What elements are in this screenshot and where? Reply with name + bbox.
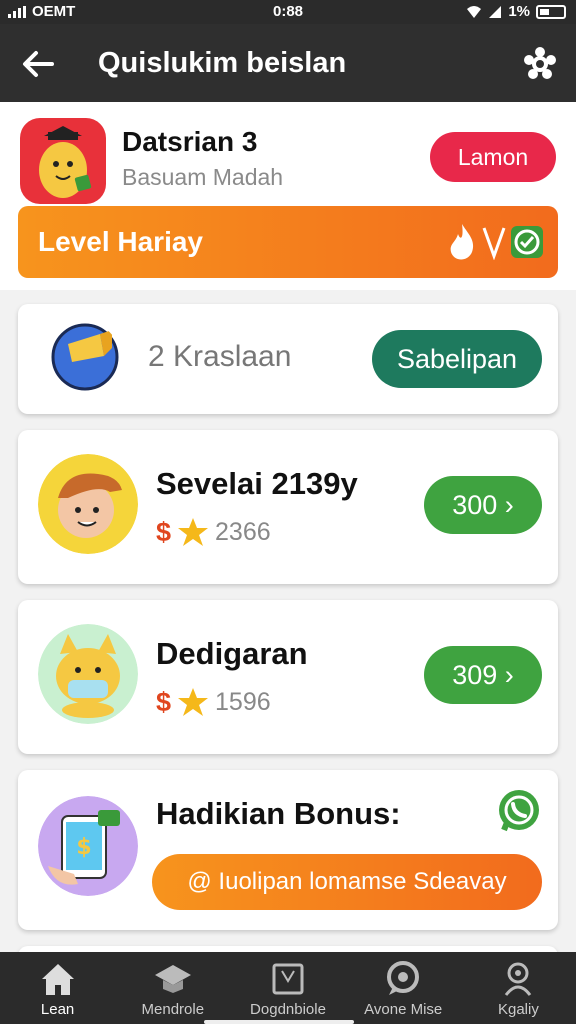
app-avatar — [20, 118, 106, 204]
nav-avone-mise[interactable]: Avone Mise — [346, 952, 461, 1024]
book-icon — [272, 963, 304, 995]
phone-bonus-icon: $ — [38, 796, 138, 896]
quest-card-sevelai[interactable]: Sevelai 2139y $ 2366 300 › — [18, 430, 558, 584]
chat-icon — [387, 961, 420, 995]
whatsapp-icon[interactable] — [496, 788, 542, 834]
card-title: 2 Kraslaan — [148, 340, 291, 374]
bottom-nav: Lean Mendrole Dogdnbiole Avone Mise Kgal… — [0, 952, 576, 1024]
points-value: 1596 — [215, 687, 271, 716]
globe-icon — [51, 323, 119, 391]
profile-name: Datsrian 3 — [122, 126, 258, 157]
bonus-card[interactable]: $ Hadikian Bonus: @ Iuolipan lomamse Sde… — [18, 770, 558, 930]
dollar-icon: $ — [156, 516, 172, 547]
card-title: Dedigaran — [156, 636, 308, 671]
app-bar: Quislukim beislan — [0, 24, 576, 102]
nav-label: Kgaliy — [497, 1001, 539, 1018]
svg-text:$: $ — [76, 835, 91, 860]
reward-button[interactable]: 309 › — [424, 646, 542, 704]
battery-percent: 1% — [508, 3, 530, 20]
star-icon — [178, 518, 209, 546]
home-indicator — [204, 1020, 354, 1024]
bonus-action-button[interactable]: @ Iuolipan lomamse Sdeavay — [152, 854, 542, 910]
dollar-icon: $ — [156, 686, 172, 717]
flame-icon — [450, 224, 474, 260]
check-mark-icon — [482, 227, 506, 260]
level-label: Level Hariay — [38, 226, 203, 257]
person-icon — [505, 962, 532, 996]
status-bar: OEMT 0:88 1% — [0, 0, 576, 24]
lamon-button[interactable]: Lamon — [430, 132, 556, 182]
wifi-icon — [467, 5, 482, 18]
boy-avatar-icon — [38, 454, 138, 554]
points-value: 2366 — [215, 517, 271, 546]
gear-icon[interactable] — [520, 44, 560, 84]
nav-label: Dogdnbiole — [250, 1001, 326, 1018]
arrow-left-icon[interactable] — [18, 44, 58, 84]
quest-card-kraslaan[interactable]: 2 Kraslaan Sabelipan — [18, 304, 558, 414]
nav-dogdnbiole[interactable]: Dogdnbiole — [230, 952, 345, 1024]
nav-label: Avone Mise — [364, 1001, 443, 1018]
nav-lean[interactable]: Lean — [0, 952, 115, 1024]
nav-label: Mendrole — [141, 1001, 205, 1018]
nav-kgaliy[interactable]: Kgaliy — [461, 952, 576, 1024]
home-icon — [41, 964, 74, 995]
page-title: Quislukim beislan — [98, 47, 347, 79]
star-icon — [178, 688, 209, 716]
profile-subtitle: Basuam Madah — [122, 164, 284, 190]
card-title: Sevelai 2139y — [156, 466, 358, 501]
battery-icon — [536, 4, 566, 19]
cell-icon — [489, 5, 502, 18]
bonus-title: Hadikian Bonus: — [156, 796, 401, 831]
nav-mendrole[interactable]: Mendrole — [115, 952, 230, 1024]
reward-button[interactable]: 300 › — [424, 476, 542, 534]
level-icons — [446, 222, 544, 262]
status-right: 1% — [466, 3, 566, 20]
check-badge-icon — [511, 226, 543, 258]
mascot-icon — [39, 126, 92, 198]
level-banner[interactable]: Level Hariay — [18, 206, 558, 278]
profile-header: Datsrian 3 Basuam Madah Lamon Level Hari… — [0, 102, 576, 290]
card-meta: $ 2366 — [156, 516, 271, 548]
quest-card-dedigaran[interactable]: Dedigaran $ 1596 309 › — [18, 600, 558, 754]
card-meta: $ 1596 — [156, 686, 271, 718]
sabelipan-button[interactable]: Sabelipan — [372, 330, 542, 388]
card-title-text: 2 Kraslaan — [148, 340, 292, 373]
cat-mascot-icon — [38, 624, 138, 724]
graduation-cap-icon — [154, 965, 191, 993]
nav-label: Lean — [40, 1001, 75, 1018]
